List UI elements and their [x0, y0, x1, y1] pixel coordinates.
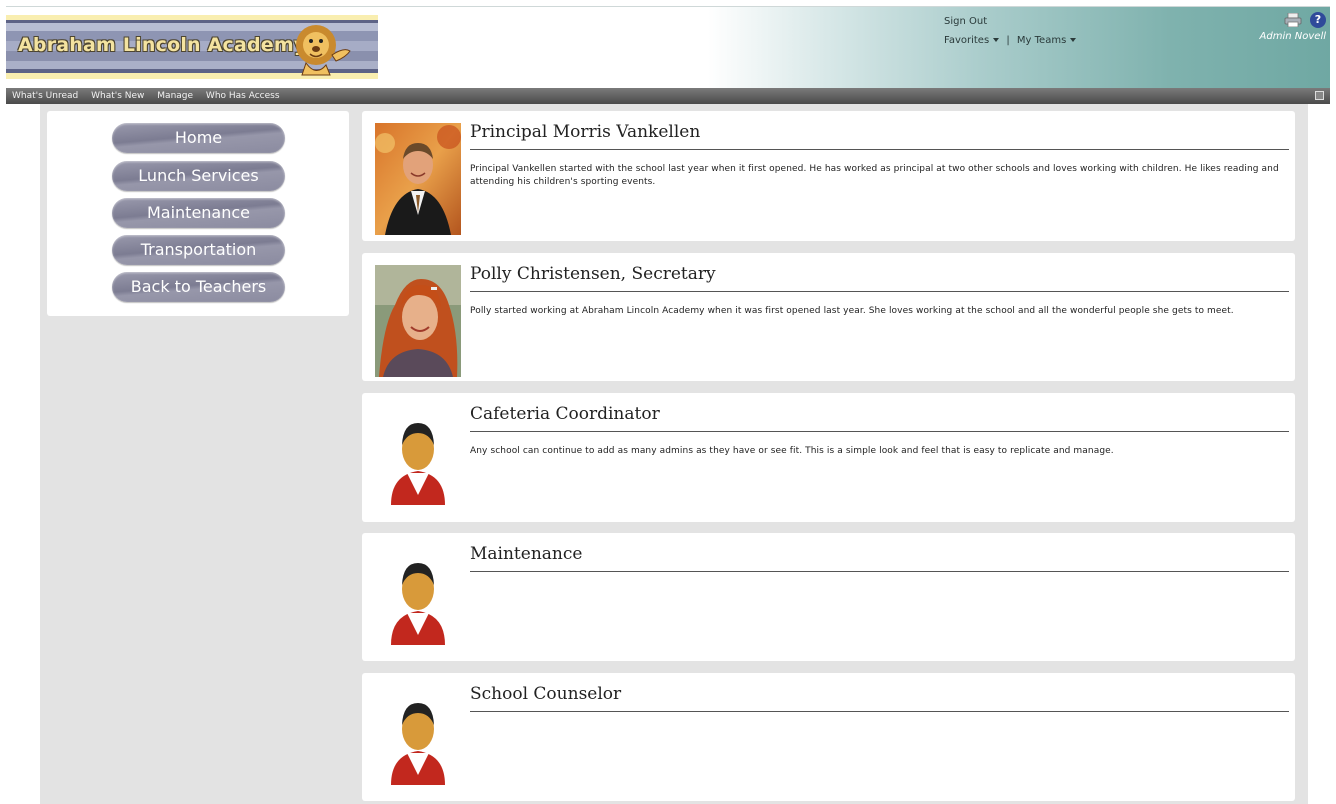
sign-out-link[interactable]: Sign Out — [944, 16, 987, 27]
sidebar-button-home[interactable]: Home — [112, 123, 285, 153]
staff-description: Principal Vankellen started with the sch… — [470, 164, 1279, 187]
staff-card: Principal Morris Vankellen Principal Van… — [362, 111, 1295, 241]
page-header: Abraham Lincoln Academy Sign Out Favorit… — [6, 6, 1330, 88]
staff-card: Polly Christensen, Secretary Polly start… — [362, 253, 1295, 381]
sidebar-button-lunch-services[interactable]: Lunch Services — [112, 161, 285, 191]
staff-card: Cafeteria Coordinator Any school can con… — [362, 393, 1295, 522]
staff-photo — [375, 265, 461, 377]
avatar-placeholder-icon — [391, 423, 445, 505]
top-nav-bar: What's Unread What's New Manage Who Has … — [6, 88, 1330, 104]
collapse-icon[interactable] — [1315, 91, 1324, 100]
avatar-placeholder-icon — [391, 563, 445, 645]
header-right: ? Admin Novell — [1236, 11, 1326, 42]
nav-manage[interactable]: Manage — [157, 91, 193, 101]
lion-mascot-icon — [296, 25, 351, 76]
staff-description: Any school can continue to add as many a… — [470, 446, 1114, 456]
sidebar-button-transportation[interactable]: Transportation — [112, 235, 285, 265]
favorites-label: Favorites — [944, 35, 990, 46]
my-teams-menu[interactable]: My Teams — [1016, 35, 1077, 46]
header-icons: ? — [1236, 11, 1326, 29]
sidebar-button-maintenance[interactable]: Maintenance — [112, 198, 285, 228]
nav-whats-new[interactable]: What's New — [91, 91, 144, 101]
staff-name: Polly Christensen, Secretary — [470, 264, 1289, 292]
staff-name: Maintenance — [470, 544, 1289, 572]
favorites-menu[interactable]: Favorites — [944, 35, 1000, 46]
my-teams-label: My Teams — [1016, 35, 1067, 46]
separator: | — [1006, 35, 1010, 46]
staff-photo — [375, 123, 461, 235]
help-icon[interactable]: ? — [1310, 12, 1326, 28]
nav-whats-unread[interactable]: What's Unread — [12, 91, 78, 101]
staff-name: Principal Morris Vankellen — [470, 122, 1289, 150]
sidebar: Home Lunch Services Maintenance Transpor… — [47, 111, 349, 316]
nav-who-has-access[interactable]: Who Has Access — [206, 91, 280, 101]
staff-card: School Counselor — [362, 673, 1295, 801]
school-name: Abraham Lincoln Academy — [18, 34, 307, 56]
chevron-down-icon — [993, 38, 1000, 42]
staff-description: Polly started working at Abraham Lincoln… — [470, 306, 1234, 316]
staff-card: Maintenance — [362, 533, 1295, 661]
sidebar-button-back-to-teachers[interactable]: Back to Teachers — [112, 272, 285, 302]
chevron-down-icon — [1070, 38, 1077, 42]
user-name-link[interactable]: Admin Novell — [1236, 31, 1326, 42]
staff-name: School Counselor — [470, 684, 1289, 712]
user-links: Sign Out Favorites | My Teams — [944, 12, 1077, 50]
school-logo-banner[interactable]: Abraham Lincoln Academy — [6, 15, 378, 79]
avatar-placeholder-icon — [391, 703, 445, 785]
staff-name: Cafeteria Coordinator — [470, 404, 1289, 432]
print-icon[interactable] — [1284, 13, 1302, 27]
